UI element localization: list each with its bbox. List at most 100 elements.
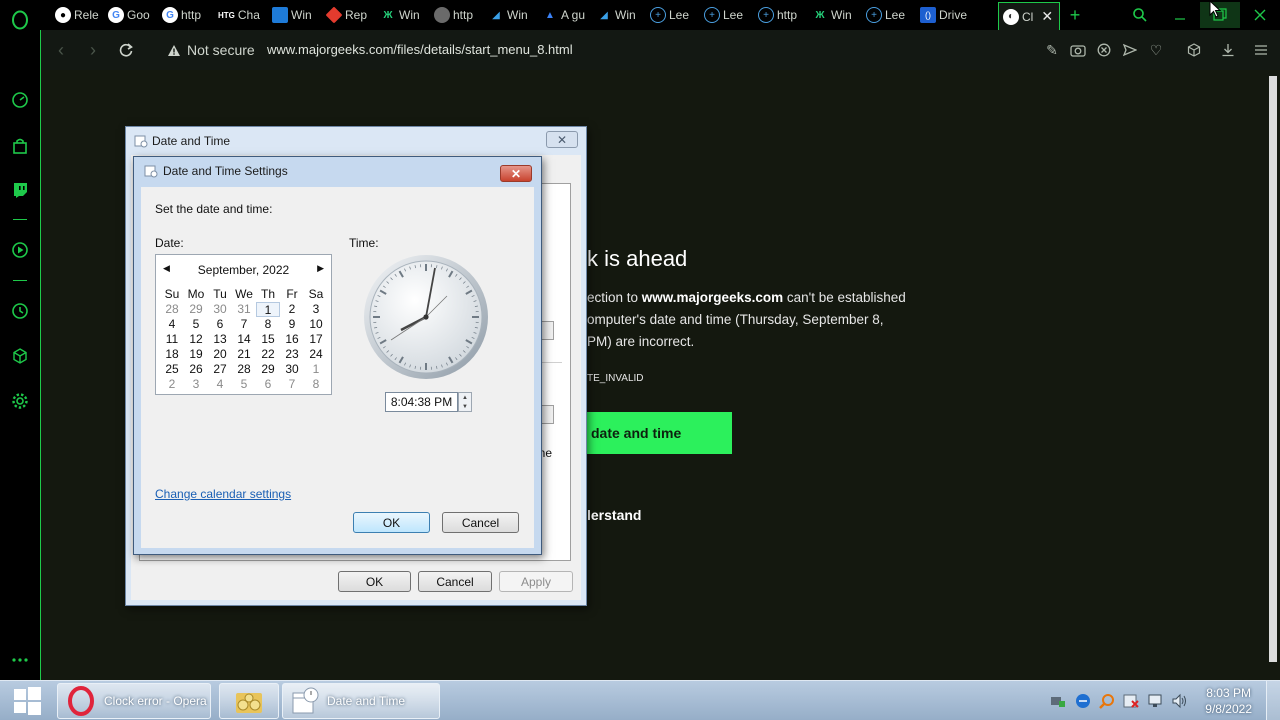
- calendar-day[interactable]: 17: [304, 332, 328, 347]
- calendar-day[interactable]: 2: [160, 377, 184, 392]
- cube-icon[interactable]: [1185, 41, 1203, 59]
- next-month-icon[interactable]: ▶: [317, 263, 324, 274]
- tab[interactable]: Ж Win: [380, 3, 426, 27]
- tab[interactable]: () Drive: [920, 3, 970, 27]
- tab[interactable]: G http: [162, 3, 208, 27]
- calendar-day[interactable]: 4: [208, 377, 232, 392]
- twitch-icon[interactable]: [8, 178, 32, 202]
- volume-icon[interactable]: [1171, 693, 1187, 709]
- calendar-day[interactable]: 26: [184, 362, 208, 377]
- tab[interactable]: http: [434, 3, 480, 27]
- search-tabs-icon[interactable]: [1120, 2, 1160, 28]
- new-tab-button[interactable]: +: [1058, 2, 1092, 28]
- opera-logo-icon[interactable]: [8, 8, 32, 32]
- change-calendar-settings-link[interactable]: Change calendar settings: [155, 487, 291, 501]
- more-dots-icon[interactable]: [8, 648, 32, 672]
- extensions-cube-icon[interactable]: [8, 344, 32, 368]
- calendar-day[interactable]: 18: [160, 347, 184, 362]
- calendar-day[interactable]: 13: [208, 332, 232, 347]
- tab-active[interactable]: ◐ Cl ✕: [998, 2, 1060, 30]
- calendar-day[interactable]: 19: [184, 347, 208, 362]
- calendar-day[interactable]: 11: [160, 332, 184, 347]
- spin-down-icon[interactable]: ▼: [462, 404, 468, 410]
- calendar-day[interactable]: 20: [208, 347, 232, 362]
- calendar-day[interactable]: 6: [256, 377, 280, 392]
- time-spinner[interactable]: ▲ ▼: [458, 392, 472, 412]
- calendar-day[interactable]: 6: [208, 317, 232, 332]
- camera-icon[interactable]: [1069, 41, 1087, 59]
- calendar-day[interactable]: 8: [256, 317, 280, 332]
- calendar-day[interactable]: 29: [256, 362, 280, 377]
- calendar-day[interactable]: 9: [280, 317, 304, 332]
- history-icon[interactable]: [8, 299, 32, 323]
- page-scrollbar[interactable]: [1266, 70, 1280, 680]
- adblock-icon[interactable]: [1095, 41, 1113, 59]
- calendar-day[interactable]: 27: [208, 362, 232, 377]
- menu-icon[interactable]: [1252, 41, 1270, 59]
- spin-up-icon[interactable]: ▲: [462, 395, 468, 401]
- calendar-day[interactable]: 1: [304, 362, 328, 377]
- send-icon[interactable]: [1121, 41, 1139, 59]
- calendar-day[interactable]: 22: [256, 347, 280, 362]
- calendar-day[interactable]: 25: [160, 362, 184, 377]
- calendar-day[interactable]: 3: [184, 377, 208, 392]
- update-date-time-button[interactable]: date and time: [587, 412, 732, 454]
- calendar-day[interactable]: 1: [256, 302, 280, 317]
- calendar-day[interactable]: 14: [232, 332, 256, 347]
- scrollbar-thumb[interactable]: [1269, 76, 1277, 662]
- tab[interactable]: Win: [272, 3, 318, 27]
- calendar-day[interactable]: 24: [304, 347, 328, 362]
- download-icon[interactable]: [1219, 41, 1237, 59]
- taskbar-clock[interactable]: 8:03 PM 9/8/2022: [1205, 685, 1252, 717]
- close-button[interactable]: ✕: [500, 165, 532, 182]
- shopping-bag-icon[interactable]: [8, 134, 32, 158]
- shield-tray-icon[interactable]: [1075, 693, 1091, 709]
- speed-dial-icon[interactable]: [8, 88, 32, 112]
- calendar-day[interactable]: 23: [280, 347, 304, 362]
- change-date-time-button[interactable]: [540, 321, 554, 340]
- calendar-day[interactable]: 16: [280, 332, 304, 347]
- tab[interactable]: + http: [758, 3, 804, 27]
- calendar-day[interactable]: 21: [232, 347, 256, 362]
- tab[interactable]: HTG Cha: [218, 3, 266, 27]
- calendar-day[interactable]: 4: [160, 317, 184, 332]
- calendar-day[interactable]: 30: [280, 362, 304, 377]
- tab[interactable]: G Goo: [108, 3, 154, 27]
- action-center-icon[interactable]: [1123, 693, 1139, 709]
- player-icon[interactable]: [8, 238, 32, 262]
- network-share-icon[interactable]: [1050, 693, 1066, 709]
- calendar-day[interactable]: 8: [304, 377, 328, 392]
- tab[interactable]: Ж Win: [812, 3, 858, 27]
- tab[interactable]: + Lee: [866, 3, 912, 27]
- calendar-day[interactable]: 12: [184, 332, 208, 347]
- security-indicator[interactable]: Not secure: [167, 42, 255, 58]
- settings-gear-icon[interactable]: [8, 389, 32, 413]
- taskbar-item-opera[interactable]: Clock error - Opera: [57, 683, 211, 719]
- calendar-day[interactable]: 10: [304, 317, 328, 332]
- calendar-day[interactable]: 29: [184, 302, 208, 317]
- calendar-day[interactable]: 7: [232, 317, 256, 332]
- calendar-day[interactable]: 5: [232, 377, 256, 392]
- minimize-button[interactable]: [1160, 2, 1200, 28]
- calendar-day[interactable]: 2: [280, 302, 304, 317]
- back-icon[interactable]: ‹: [49, 38, 73, 62]
- edit-icon[interactable]: ✎: [1043, 41, 1061, 59]
- calendar-day[interactable]: 7: [280, 377, 304, 392]
- tab-close-icon[interactable]: ✕: [1041, 8, 1053, 25]
- ok-button[interactable]: OK: [338, 571, 411, 592]
- change-time-zone-button[interactable]: [540, 405, 554, 424]
- calendar-day[interactable]: 28: [232, 362, 256, 377]
- close-button[interactable]: ✕: [546, 131, 578, 148]
- close-window-button[interactable]: [1240, 2, 1280, 28]
- apply-button[interactable]: Apply: [499, 571, 573, 592]
- calendar-day[interactable]: 5: [184, 317, 208, 332]
- calendar-day[interactable]: 15: [256, 332, 280, 347]
- cancel-button[interactable]: Cancel: [442, 512, 519, 533]
- network-icon[interactable]: [1147, 693, 1163, 709]
- reload-icon[interactable]: [114, 38, 138, 62]
- tab[interactable]: ● Rele: [55, 3, 99, 27]
- understand-risks-link[interactable]: lerstand: [587, 507, 641, 523]
- calendar-day[interactable]: 30: [208, 302, 232, 317]
- ok-button[interactable]: OK: [353, 512, 430, 533]
- forward-icon[interactable]: ›: [81, 38, 105, 62]
